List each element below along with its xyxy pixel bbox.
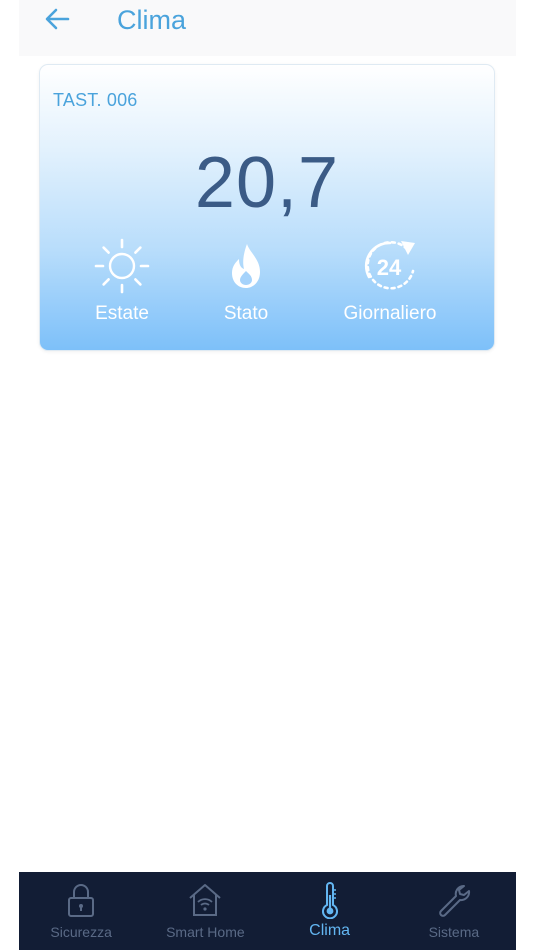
season-mode-button[interactable]: Estate — [82, 235, 162, 325]
flame-icon — [232, 244, 260, 288]
nav-item-clima[interactable]: Clima — [268, 872, 392, 950]
status-button[interactable]: Stato — [206, 235, 286, 325]
sun-icon — [94, 238, 150, 294]
nav-label-sistema: Sistema — [428, 924, 480, 940]
nav-label-sicurezza: Sicurezza — [50, 924, 112, 940]
lock-icon — [68, 884, 95, 917]
thermostat-card[interactable]: TAST. 006 20,7 Estate Stato 24 Giornalie… — [39, 64, 495, 351]
nav-label-smart-home: Smart Home — [166, 924, 245, 940]
svg-text:24: 24 — [377, 255, 402, 280]
thermostat-name: TAST. 006 — [53, 90, 138, 110]
smart-home-icon — [189, 884, 222, 916]
arrow-left-icon — [45, 8, 70, 30]
bottom-navigation: Sicurezza Smart Home Clima Sistema — [19, 872, 516, 950]
page-title: Clima — [117, 5, 187, 35]
daily-program-label: Giornaliero — [343, 303, 437, 324]
wrench-icon — [439, 885, 470, 917]
nav-item-smart-home[interactable]: Smart Home — [143, 872, 267, 950]
clock-24-icon: 24 — [364, 240, 415, 290]
daily-program-button[interactable]: 24 Giornaliero — [330, 235, 450, 325]
back-button[interactable] — [41, 4, 73, 34]
thermometer-icon — [321, 882, 338, 919]
nav-item-sistema[interactable]: Sistema — [392, 872, 516, 950]
nav-item-sicurezza[interactable]: Sicurezza — [19, 872, 143, 950]
temperature-value: 20,7 — [194, 143, 340, 223]
nav-label-clima: Clima — [309, 922, 351, 939]
season-mode-label: Estate — [95, 303, 149, 324]
status-label: Stato — [223, 303, 269, 324]
app-header: Clima — [19, 0, 516, 56]
